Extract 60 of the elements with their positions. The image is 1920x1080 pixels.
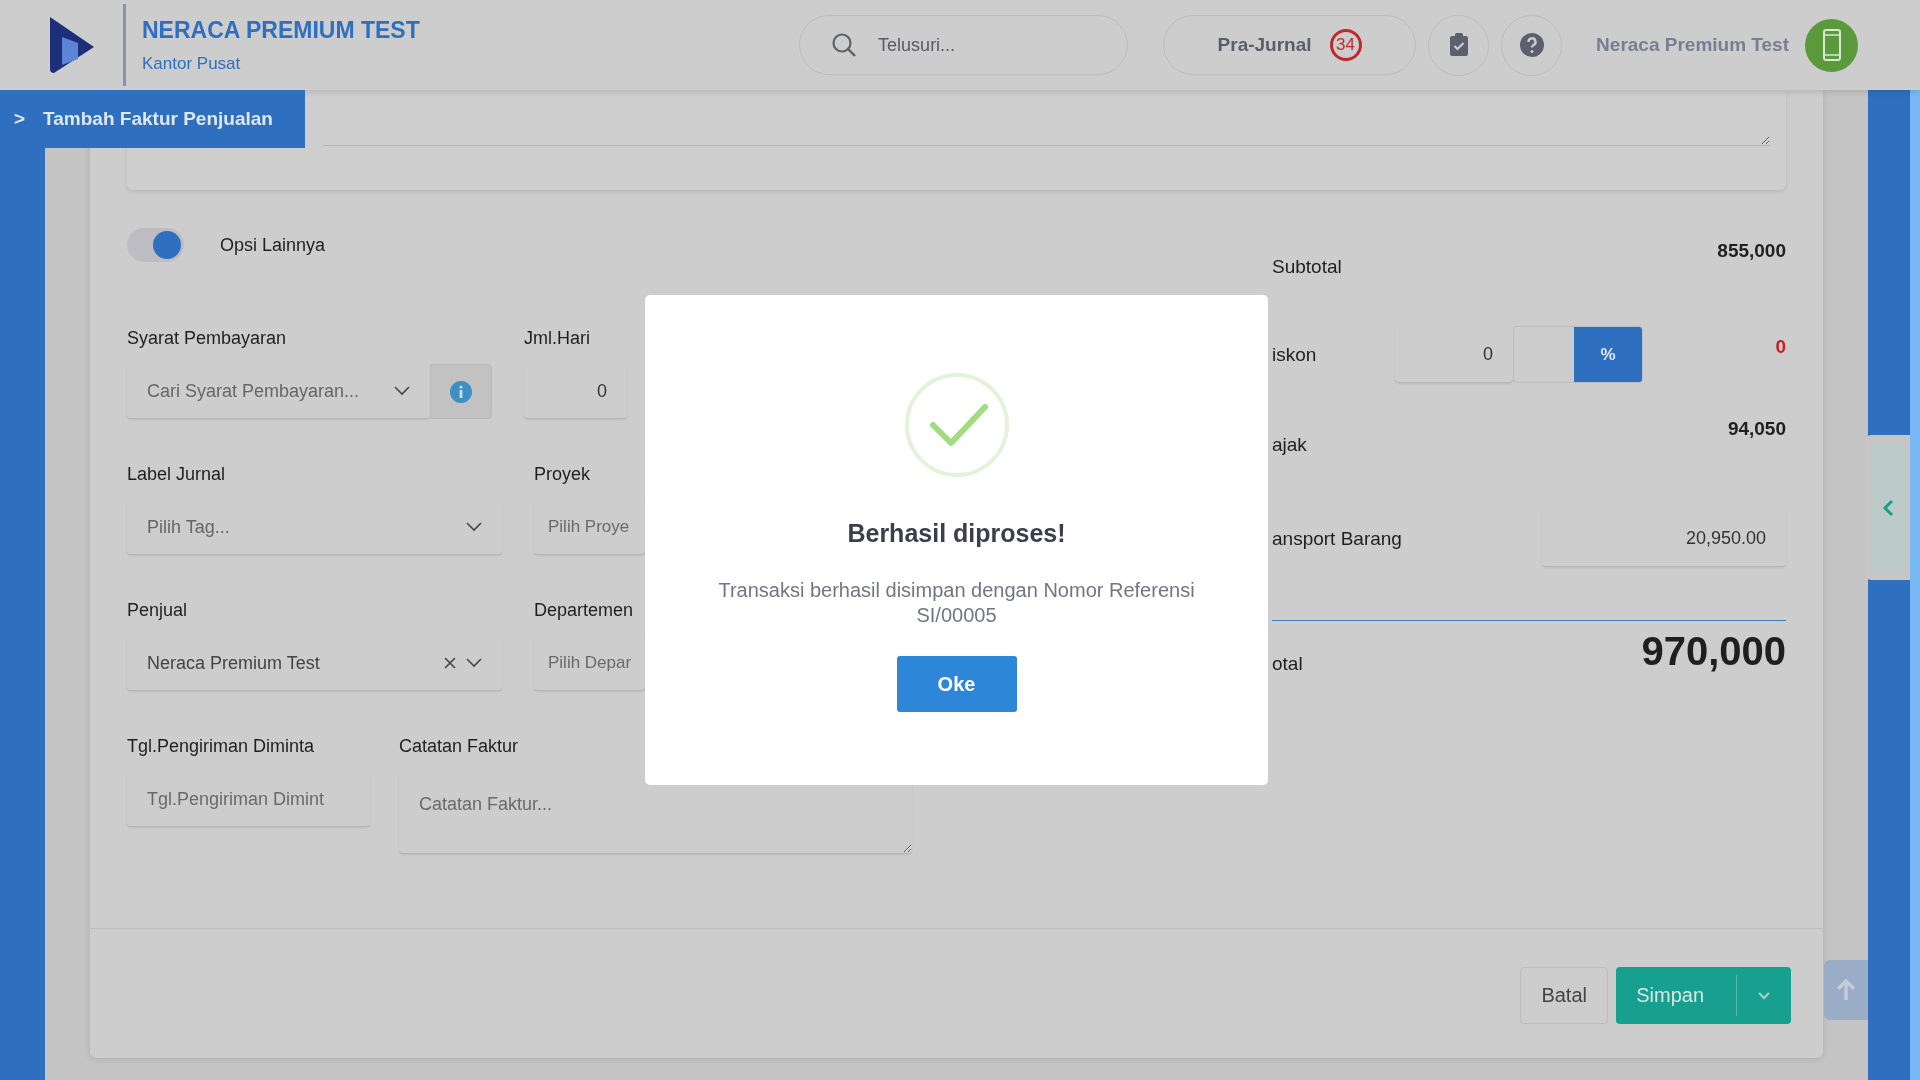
number-field[interactable]: 0 [524, 364, 627, 419]
summary-value: 855,000 [1717, 240, 1786, 262]
field-label: Departemen [534, 600, 635, 622]
save-button[interactable]: Simpan [1616, 967, 1791, 1024]
logo-icon [48, 15, 96, 75]
amount-field[interactable]: 20,950.00 [1542, 510, 1786, 567]
toggle-switch[interactable] [127, 228, 184, 262]
field-label: Penjual [127, 600, 189, 622]
caret-icon[interactable] [1757, 991, 1771, 1000]
summary-label: iskon [1272, 343, 1318, 366]
company-name: NERACA PREMIUM TEST [142, 16, 420, 44]
total-label: otal [1272, 652, 1303, 675]
total-value: 970,000 [1641, 629, 1786, 674]
info-button[interactable] [430, 364, 492, 419]
notes-field[interactable]: Catatan Faktur... [399, 772, 912, 854]
clipboard-check-icon [1448, 33, 1469, 57]
side-panel-toggle[interactable] [1865, 435, 1910, 580]
chevron-left-icon [1881, 498, 1894, 517]
select-field[interactable]: Cari Syarat Pembayaran... [127, 364, 430, 419]
percent-option[interactable]: % [1574, 327, 1642, 382]
field-label: Catatan Faktur [399, 736, 520, 758]
summary-label: Subtotal [1272, 255, 1342, 278]
chevron-down-icon [466, 522, 482, 532]
user-avatar[interactable] [1805, 18, 1858, 72]
success-check-icon [904, 373, 1009, 477]
search-field[interactable]: Telusuri... [799, 15, 1129, 75]
summary-value: 94,050 [1727, 418, 1786, 440]
discount-value: 0 [1775, 335, 1786, 358]
summary-label: ajak [1272, 433, 1307, 456]
field-label: Proyek [534, 464, 592, 486]
dialog-message: Transaksi berhasil disimpan dengan Nomor Referensi SI/00005 [717, 578, 1196, 628]
discount-field[interactable]: 0 [1395, 326, 1513, 383]
ok-button[interactable]: Oke [896, 656, 1017, 712]
info-icon [449, 379, 473, 404]
text-field[interactable]: Tgl.Pengiriman Dimint [127, 772, 370, 827]
scroll-top-button[interactable] [1824, 960, 1868, 1020]
user-name[interactable]: Neraca Premium Test [1596, 34, 1789, 56]
count-badge: 34 [1329, 29, 1362, 61]
field-label: Tgl.Pengiriman Diminta [127, 736, 316, 758]
branch-name: Kantor Pusat [142, 53, 242, 74]
arrow-up-icon [1835, 978, 1857, 1002]
field-label: Label Jurnal [127, 464, 227, 486]
dialog-title: Berhasil diproses! [847, 519, 1066, 548]
field-label: Jml.Hari [524, 328, 591, 350]
field-label: Syarat Pembayaran [127, 328, 288, 350]
chevron-down-icon [466, 658, 482, 668]
select-field[interactable]: Neraca Premium Test [127, 636, 502, 691]
scrollbar[interactable] [1910, 90, 1920, 1080]
pre-journal-button[interactable]: Pra-Jurnal 34 [1163, 15, 1417, 75]
unit-toggle[interactable]: % [1513, 326, 1643, 383]
chevron-down-icon [394, 386, 410, 396]
cancel-button[interactable]: Batal [1520, 967, 1609, 1024]
text-field[interactable]: Pilih Proye [534, 500, 645, 555]
toggle-label: Opsi Lainnya [220, 234, 326, 256]
select-field[interactable]: Pilih Tag... [127, 500, 502, 555]
clear-icon[interactable] [444, 657, 456, 669]
phone-icon [1821, 28, 1842, 62]
summary-label: ansport Barang [1272, 527, 1402, 550]
text-field[interactable]: Pilih Depar [534, 636, 645, 691]
help-icon [1518, 32, 1545, 58]
